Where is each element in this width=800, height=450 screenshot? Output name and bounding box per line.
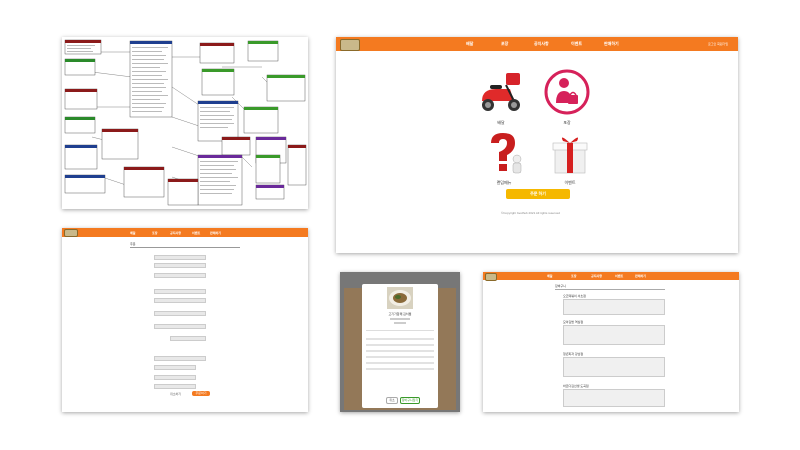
modal-add-cart-button[interactable]: 장바구니담기: [400, 397, 420, 404]
form-section-title: 주문: [130, 242, 136, 246]
form-field-2[interactable]: [154, 263, 206, 268]
question-mark-icon: [491, 133, 522, 174]
form-title-divider: [130, 247, 240, 248]
cart-nav-notice[interactable]: 공지사항: [591, 274, 602, 278]
option-row[interactable]: [366, 344, 434, 346]
form-nav-sell[interactable]: 판매하기: [210, 231, 221, 235]
form-field-7[interactable]: [154, 324, 206, 329]
form-nav-event[interactable]: 이벤트: [192, 231, 200, 235]
homepage-footer: ©Copyright foodhub 2021 All rights reser…: [501, 211, 560, 215]
delivery-label: 배달: [497, 120, 505, 125]
modal-add-cart-label: 장바구니담기: [401, 398, 419, 402]
form-field-12[interactable]: [154, 384, 196, 389]
form-field-6[interactable]: [154, 311, 206, 316]
event-label: 이벤트: [564, 180, 576, 185]
cart-title-divider: [555, 289, 665, 290]
modal-divider: [366, 330, 434, 331]
form-nav-delivery[interactable]: 배달: [130, 231, 136, 235]
form-submit-button[interactable]: 주문하기: [192, 391, 210, 396]
form-field-9[interactable]: [154, 356, 206, 361]
cart-store-3-table: [563, 357, 665, 377]
menu-modal-panel: 고기가함께 김치찜 취소 장바구니담기: [340, 272, 460, 412]
food-photo: [387, 287, 413, 309]
form-field-4[interactable]: [154, 289, 206, 294]
cart-store-4-table: [563, 389, 665, 407]
modal-cancel-button[interactable]: 취소: [386, 397, 398, 404]
menu-item-title: 고기가함께 김치찜: [388, 312, 412, 316]
cart-store-1: 오즈떡볶이 서초점: [563, 294, 586, 298]
order-form-panel: 배달 포장 공지사항 이벤트 판매하기 주문 취소하기 주문하기: [62, 228, 308, 412]
erd-diagram-panel: [62, 37, 308, 209]
cart-nav-delivery[interactable]: 배달: [547, 274, 553, 278]
form-field-5[interactable]: [154, 298, 206, 303]
random-menu-label: 랜덤메뉴: [496, 180, 512, 185]
takeout-tile[interactable]: 포장: [542, 69, 592, 127]
site-logo[interactable]: [340, 39, 360, 51]
option-row[interactable]: [366, 350, 434, 352]
form-header-bar: 배달 포장 공지사항 이벤트 판매하기: [62, 228, 308, 237]
cart-nav-event[interactable]: 이벤트: [615, 274, 623, 278]
delivery-tile[interactable]: 배달: [476, 71, 526, 127]
cart-title: 장바구니: [555, 284, 567, 288]
form-nav-notice[interactable]: 공지사항: [170, 231, 181, 235]
header-bar: 배달 포장 공지사항 이벤트 판매하기 로그인 회원가입: [336, 37, 738, 51]
order-button-label: 주문 하기: [530, 191, 546, 196]
form-field-8[interactable]: [170, 336, 206, 341]
quantity-stepper[interactable]: [394, 322, 406, 324]
nav-takeout[interactable]: 포장: [501, 41, 508, 46]
form-nav-takeout[interactable]: 포장: [152, 231, 158, 235]
cart-nav-sell[interactable]: 판매하기: [635, 274, 646, 278]
menu-detail-modal: 고기가함께 김치찜 취소 장바구니담기: [362, 284, 438, 408]
form-field-10[interactable]: [154, 365, 196, 370]
form-logo[interactable]: [64, 229, 78, 237]
nav-notice[interactable]: 공지사항: [534, 41, 549, 46]
cart-store-1-table: [563, 299, 665, 315]
scooter-icon: [482, 73, 520, 111]
nav-sell[interactable]: 판매하기: [604, 41, 619, 46]
menu-subtext: [390, 318, 410, 320]
cart-header-bar: 배달 포장 공지사항 이벤트 판매하기: [483, 272, 739, 281]
option-row[interactable]: [366, 362, 434, 364]
takeout-person-icon: [544, 69, 590, 115]
modal-cancel-label: 취소: [389, 398, 395, 402]
form-submit-label: 주문하기: [195, 391, 207, 395]
event-tile[interactable]: 이벤트: [545, 131, 595, 187]
takeout-label: 포장: [563, 120, 571, 125]
gift-box-icon: [552, 137, 588, 174]
cart-nav-takeout[interactable]: 포장: [571, 274, 577, 278]
nav-event[interactable]: 이벤트: [571, 41, 582, 46]
form-field-11[interactable]: [154, 375, 196, 380]
form-field-1[interactable]: [154, 255, 206, 260]
login-signup-links[interactable]: 로그인 회원가입: [708, 42, 728, 46]
form-field-3[interactable]: [154, 273, 206, 278]
cart-store-3: 청년피자 강남점: [563, 352, 584, 356]
cart-store-2-table: [563, 325, 665, 345]
random-menu-tile[interactable]: 랜덤메뉴: [479, 131, 529, 187]
option-row[interactable]: [366, 338, 434, 340]
option-row[interactable]: [366, 368, 434, 370]
cart-store-2: 모아김밥 역삼점: [563, 320, 584, 324]
cart-panel: 배달 포장 공지사항 이벤트 판매하기 장바구니 오즈떡볶이 서초점 모아김밥 …: [483, 272, 739, 412]
option-row[interactable]: [366, 356, 434, 358]
cart-store-4: 바르다김선생 도곡점: [563, 384, 589, 388]
homepage-panel: 배달 포장 공지사항 이벤트 판매하기 로그인 회원가입 배달 포장 랜덤메뉴 …: [336, 37, 738, 253]
order-button[interactable]: 주문 하기: [506, 189, 570, 199]
form-cancel-link[interactable]: 취소하기: [170, 392, 181, 396]
cart-logo[interactable]: [485, 273, 497, 281]
erd-diagram: [64, 39, 307, 206]
option-list: [366, 334, 434, 374]
nav-delivery[interactable]: 배달: [466, 41, 473, 46]
